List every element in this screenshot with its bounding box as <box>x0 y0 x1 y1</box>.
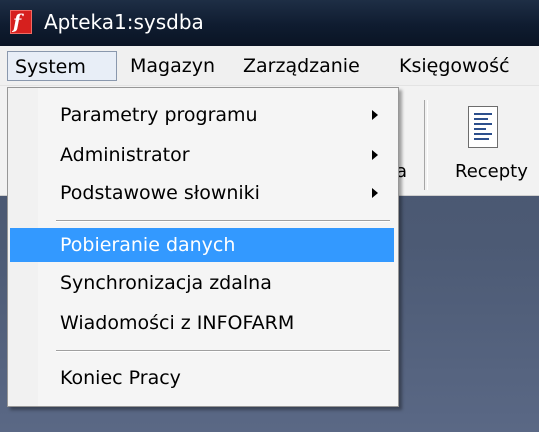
menu-item-synchronizacja-zdalna[interactable]: Synchronizacja zdalna <box>10 266 394 300</box>
menu-zarzadzanie[interactable]: Zarządzanie <box>243 51 360 81</box>
menu-separator <box>56 350 390 352</box>
menu-system[interactable]: System <box>7 51 117 81</box>
app-logo-icon[interactable]: f <box>10 10 32 34</box>
app-window: f Apteka1:sysdba System Magazyn Zarządza… <box>0 0 539 432</box>
menu-item-wiadomosci-z-infofarm[interactable]: Wiadomości z INFOFARM <box>10 306 394 340</box>
menu-separator <box>56 220 390 222</box>
title-bar[interactable]: f Apteka1:sysdba <box>0 0 539 46</box>
menu-item-label: Synchronizacja zdalna <box>60 272 272 294</box>
app-logo-glyph: f <box>13 11 22 33</box>
window-title: Apteka1:sysdba <box>44 10 204 34</box>
submenu-arrow-icon <box>372 188 378 198</box>
menu-item-podstawowe-slowniki[interactable]: Podstawowe słowniki <box>10 176 394 210</box>
submenu-arrow-icon <box>372 150 378 160</box>
menu-item-pobieranie-danych[interactable]: Pobieranie danych <box>10 228 394 262</box>
menu-bar: System Magazyn Zarządzanie Księgowość <box>0 46 539 86</box>
recepty-button-label: Recepty <box>455 161 528 182</box>
document-list-icon <box>468 106 498 148</box>
menu-item-label: Parametry programu <box>60 104 258 126</box>
toolbar-separator <box>424 100 428 190</box>
menu-item-label: Pobieranie danych <box>60 234 236 256</box>
menu-item-label: Administrator <box>60 144 190 166</box>
menu-item-parametry-programu[interactable]: Parametry programu <box>10 98 394 132</box>
menu-item-label: Koniec Pracy <box>60 367 181 389</box>
menu-item-label: Wiadomości z INFOFARM <box>60 312 295 334</box>
menu-magazyn[interactable]: Magazyn <box>130 51 215 81</box>
menu-ksiegowosc[interactable]: Księgowość <box>399 51 510 81</box>
recepty-button[interactable]: Recepty <box>440 100 539 190</box>
submenu-arrow-icon <box>372 110 378 120</box>
system-dropdown-menu: Parametry programu Administrator Podstaw… <box>7 87 399 407</box>
menu-item-administrator[interactable]: Administrator <box>10 138 394 172</box>
menu-item-label: Podstawowe słowniki <box>60 182 260 204</box>
menu-item-koniec-pracy[interactable]: Koniec Pracy <box>10 361 394 395</box>
